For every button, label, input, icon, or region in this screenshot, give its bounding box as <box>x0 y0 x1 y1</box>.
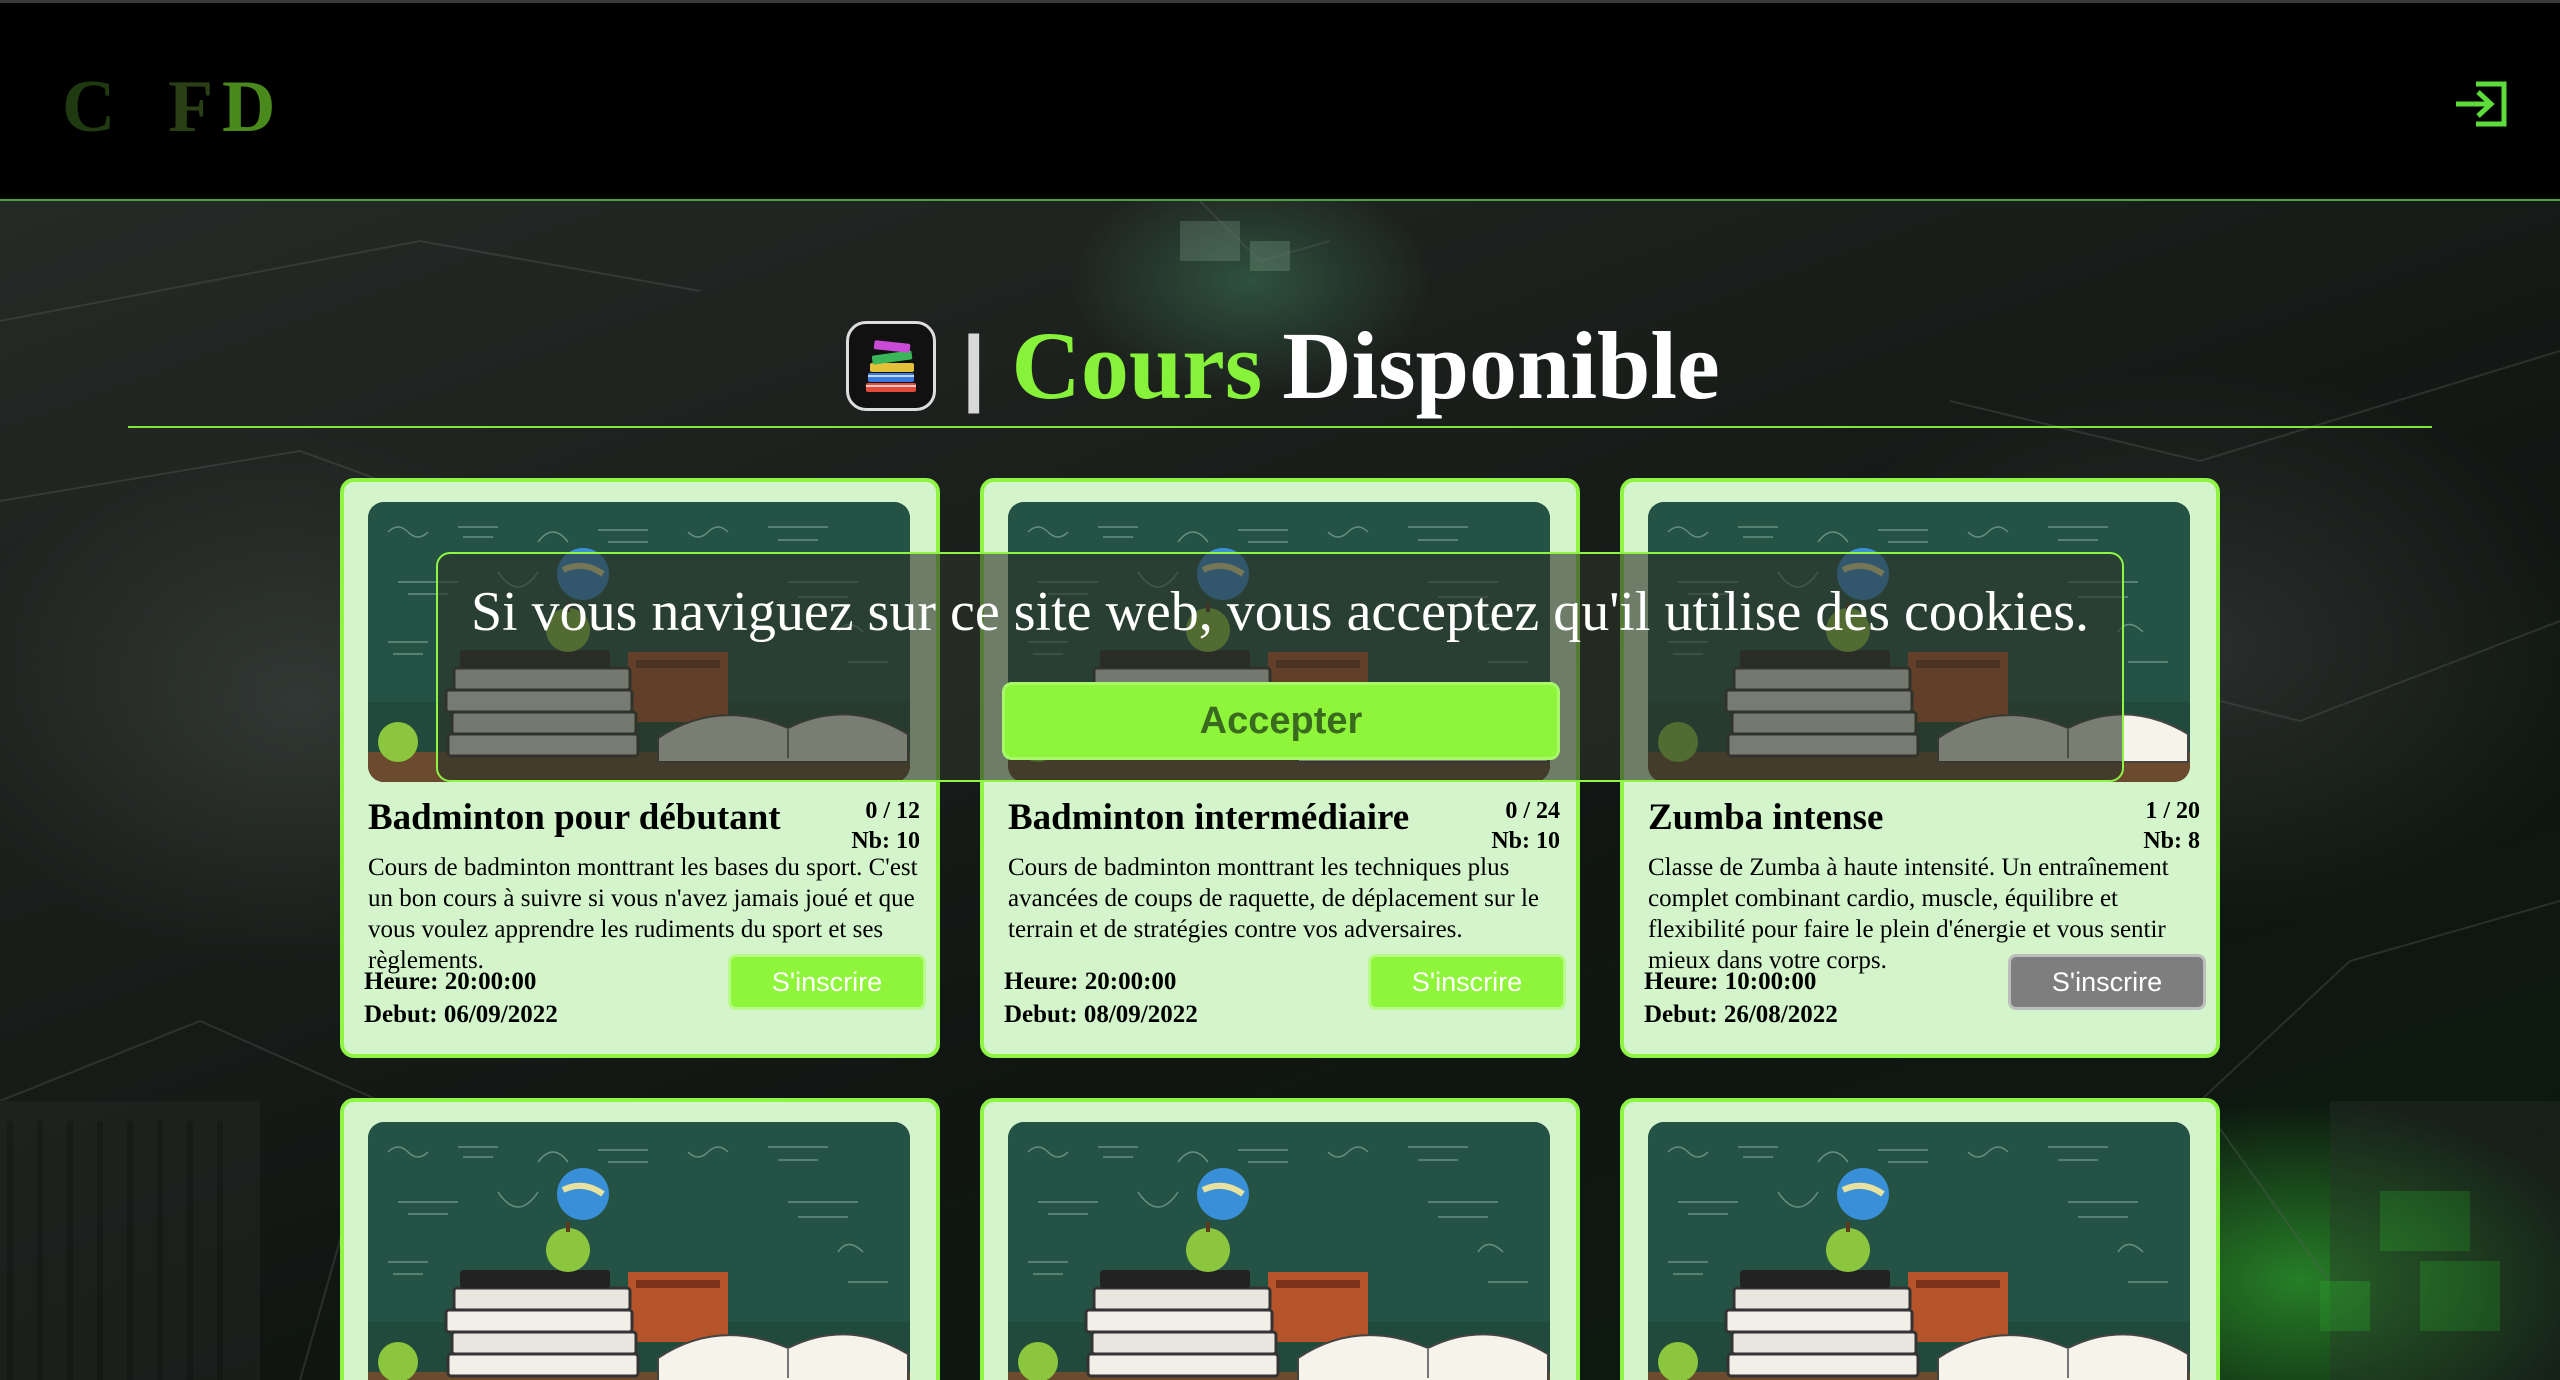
register-button[interactable]: S'inscrire <box>728 954 926 1010</box>
logo-letter: D <box>222 66 278 148</box>
course-image <box>1008 1122 1550 1380</box>
course-card <box>980 1098 1580 1380</box>
register-button[interactable]: S'inscrire <box>1368 954 1566 1010</box>
course-card <box>1620 1098 2220 1380</box>
course-enrollment-count: 0 / 24 <box>1505 798 1560 824</box>
page-title: | Cours Disponible <box>846 318 1720 414</box>
course-time: Heure: 10:00:00 <box>1644 968 1817 995</box>
course-card <box>340 1098 940 1380</box>
course-description: Cours de badminton monttrant les techniq… <box>1008 854 1539 943</box>
page-title-section: | Cours Disponible <box>128 318 2432 428</box>
course-title: Zumba intense <box>1648 797 1884 838</box>
course-image <box>368 1122 910 1380</box>
course-enrollment-count: 0 / 12 <box>865 798 920 824</box>
cookie-banner: Si vous naviguez sur ce site web, vous a… <box>436 552 2124 782</box>
course-start-date: Debut: 08/09/2022 <box>1004 1001 1198 1028</box>
course-start-date: Debut: 26/08/2022 <box>1644 1001 1838 1028</box>
course-enrollment-count: 1 / 20 <box>2145 798 2200 824</box>
logo-letter: F <box>168 66 216 148</box>
course-start-date: Debut: 06/09/2022 <box>364 1001 558 1028</box>
logo-letter: C <box>62 66 118 148</box>
course-title: Badminton pour débutant <box>368 797 781 838</box>
course-capacity: 1 / 20 Nb: 8 <box>2143 796 2200 856</box>
course-capacity: 0 / 24 Nb: 10 <box>1491 796 1560 856</box>
title-text: Disponible <box>1282 312 1720 419</box>
course-time: Heure: 20:00:00 <box>1004 968 1177 995</box>
books-icon <box>846 321 936 411</box>
accept-cookies-button[interactable]: Accepter <box>1002 682 1560 760</box>
site-logo[interactable]: C F D <box>62 65 277 150</box>
course-time: Heure: 20:00:00 <box>364 968 537 995</box>
course-image <box>1648 1122 2190 1380</box>
register-button-disabled[interactable]: S'inscrire <box>2008 954 2206 1010</box>
course-title: Badminton intermédiaire <box>1008 797 1410 838</box>
title-separator: | <box>962 319 986 413</box>
top-navbar: C F D <box>0 0 2560 201</box>
cookie-message: Si vous naviguez sur ce site web, vous a… <box>470 581 2090 643</box>
course-capacity: 0 / 12 Nb: 10 <box>851 796 920 856</box>
sign-in-icon[interactable] <box>2454 79 2510 129</box>
title-highlight: Cours <box>1011 312 1263 419</box>
